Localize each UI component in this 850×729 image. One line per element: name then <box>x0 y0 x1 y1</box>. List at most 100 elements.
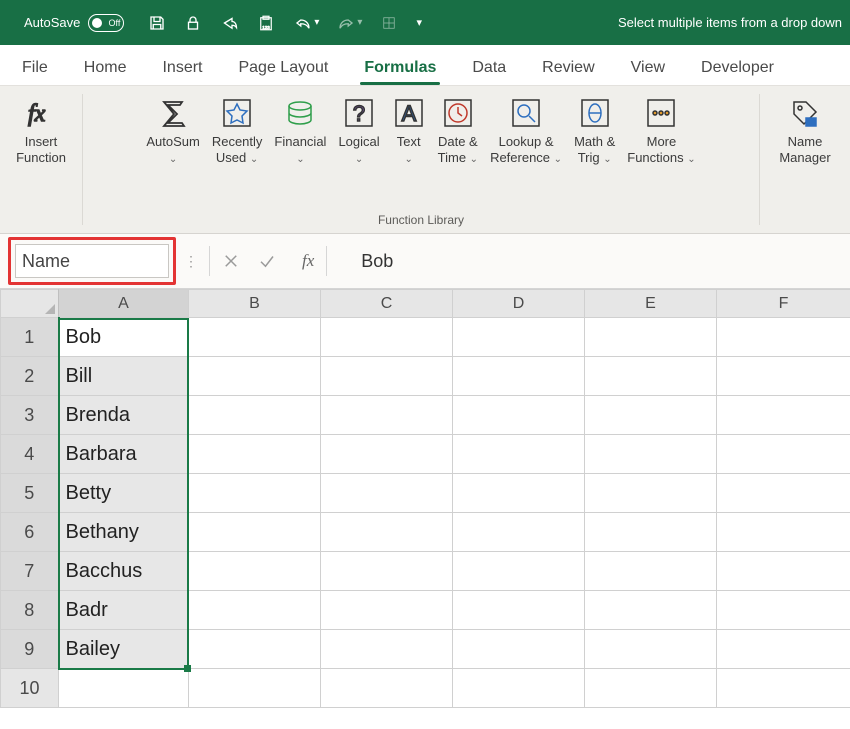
cell-F4[interactable] <box>717 435 850 474</box>
financial-button[interactable]: Financial⌄ <box>268 90 332 166</box>
toggle-switch[interactable]: Off <box>88 14 124 32</box>
tab-developer[interactable]: Developer <box>683 49 792 85</box>
cell-B5[interactable] <box>189 474 321 513</box>
cell-E6[interactable] <box>585 513 717 552</box>
qat-customize-icon[interactable]: ▾ <box>416 16 422 29</box>
cell-D6[interactable] <box>453 513 585 552</box>
cell-B2[interactable] <box>189 357 321 396</box>
redo-button[interactable]: ▾ <box>337 14 362 32</box>
cell-D3[interactable] <box>453 396 585 435</box>
name-box-dropdown-icon[interactable]: ⋮ <box>184 253 197 270</box>
cell-D5[interactable] <box>453 474 585 513</box>
touch-mode-icon[interactable] <box>380 14 398 32</box>
cell-A3[interactable]: Brenda <box>59 396 189 435</box>
cell-D7[interactable] <box>453 552 585 591</box>
cell-E10[interactable] <box>585 669 717 708</box>
cell-B8[interactable] <box>189 591 321 630</box>
name-box[interactable] <box>15 244 169 278</box>
cell-E2[interactable] <box>585 357 717 396</box>
cell-B10[interactable] <box>189 669 321 708</box>
cell-D8[interactable] <box>453 591 585 630</box>
date-time-button[interactable]: Date & Time ⌄ <box>432 90 484 166</box>
cell-F2[interactable] <box>717 357 850 396</box>
logical-button[interactable]: ? Logical⌄ <box>332 90 385 166</box>
share-icon[interactable] <box>220 14 238 32</box>
tab-insert[interactable]: Insert <box>144 49 220 85</box>
column-header-F[interactable]: F <box>717 290 850 318</box>
cell-A1[interactable]: Bob <box>59 318 189 357</box>
cell-E9[interactable] <box>585 630 717 669</box>
math-trig-button[interactable]: Math & Trig ⌄ <box>568 90 621 166</box>
cell-F3[interactable] <box>717 396 850 435</box>
cell-F8[interactable] <box>717 591 850 630</box>
row-header-1[interactable]: 1 <box>1 318 59 357</box>
cell-C9[interactable] <box>321 630 453 669</box>
row-header-3[interactable]: 3 <box>1 396 59 435</box>
cell-C3[interactable] <box>321 396 453 435</box>
cell-E5[interactable] <box>585 474 717 513</box>
cell-A10[interactable] <box>59 669 189 708</box>
tab-view[interactable]: View <box>613 49 683 85</box>
more-functions-button[interactable]: More Functions ⌄ <box>621 90 701 166</box>
clipboard-icon[interactable]: 123 <box>256 14 276 32</box>
row-header-7[interactable]: 7 <box>1 552 59 591</box>
cell-B6[interactable] <box>189 513 321 552</box>
cell-B7[interactable] <box>189 552 321 591</box>
tab-file[interactable]: File <box>4 49 66 85</box>
cell-C5[interactable] <box>321 474 453 513</box>
lookup-reference-button[interactable]: Lookup & Reference ⌄ <box>484 90 568 166</box>
autosum-button[interactable]: AutoSum⌄ <box>140 90 205 166</box>
cell-A5[interactable]: Betty <box>59 474 189 513</box>
cell-C2[interactable] <box>321 357 453 396</box>
cell-F10[interactable] <box>717 669 850 708</box>
autosave-toggle[interactable]: AutoSave Off <box>24 14 124 32</box>
tab-home[interactable]: Home <box>66 49 145 85</box>
cell-D4[interactable] <box>453 435 585 474</box>
cell-F6[interactable] <box>717 513 850 552</box>
cell-A6[interactable]: Bethany <box>59 513 189 552</box>
cell-B3[interactable] <box>189 396 321 435</box>
cell-B4[interactable] <box>189 435 321 474</box>
cell-F7[interactable] <box>717 552 850 591</box>
row-header-2[interactable]: 2 <box>1 357 59 396</box>
fx-label[interactable]: fx <box>302 251 314 271</box>
row-header-9[interactable]: 9 <box>1 630 59 669</box>
cell-A4[interactable]: Barbara <box>59 435 189 474</box>
cell-A2[interactable]: Bill <box>59 357 189 396</box>
recently-used-button[interactable]: Recently Used ⌄ <box>206 90 269 166</box>
cancel-icon[interactable] <box>222 252 240 270</box>
undo-button[interactable]: ▾ <box>294 14 319 32</box>
cell-C7[interactable] <box>321 552 453 591</box>
tab-page-layout[interactable]: Page Layout <box>220 49 346 85</box>
text-button[interactable]: A Text⌄ <box>386 90 432 166</box>
cell-E8[interactable] <box>585 591 717 630</box>
lock-icon[interactable] <box>184 14 202 32</box>
cell-D10[interactable] <box>453 669 585 708</box>
tab-formulas[interactable]: Formulas <box>346 49 454 85</box>
cell-E1[interactable] <box>585 318 717 357</box>
cell-D2[interactable] <box>453 357 585 396</box>
name-manager-button[interactable]: Name Manager <box>773 90 836 165</box>
cell-E3[interactable] <box>585 396 717 435</box>
column-header-D[interactable]: D <box>453 290 585 318</box>
row-header-4[interactable]: 4 <box>1 435 59 474</box>
tab-review[interactable]: Review <box>524 49 612 85</box>
column-header-E[interactable]: E <box>585 290 717 318</box>
insert-function-button[interactable]: fx Insert Function <box>10 90 72 165</box>
column-header-C[interactable]: C <box>321 290 453 318</box>
cell-F5[interactable] <box>717 474 850 513</box>
cell-C1[interactable] <box>321 318 453 357</box>
cell-C6[interactable] <box>321 513 453 552</box>
formula-value[interactable]: Bob <box>361 251 393 272</box>
cell-F9[interactable] <box>717 630 850 669</box>
cell-F1[interactable] <box>717 318 850 357</box>
row-header-10[interactable]: 10 <box>1 669 59 708</box>
select-all-corner[interactable] <box>1 290 59 318</box>
cell-E7[interactable] <box>585 552 717 591</box>
cell-A8[interactable]: Badr <box>59 591 189 630</box>
cell-A9[interactable]: Bailey <box>59 630 189 669</box>
enter-icon[interactable] <box>258 252 276 270</box>
cell-A7[interactable]: Bacchus <box>59 552 189 591</box>
cell-E4[interactable] <box>585 435 717 474</box>
save-icon[interactable] <box>148 14 166 32</box>
